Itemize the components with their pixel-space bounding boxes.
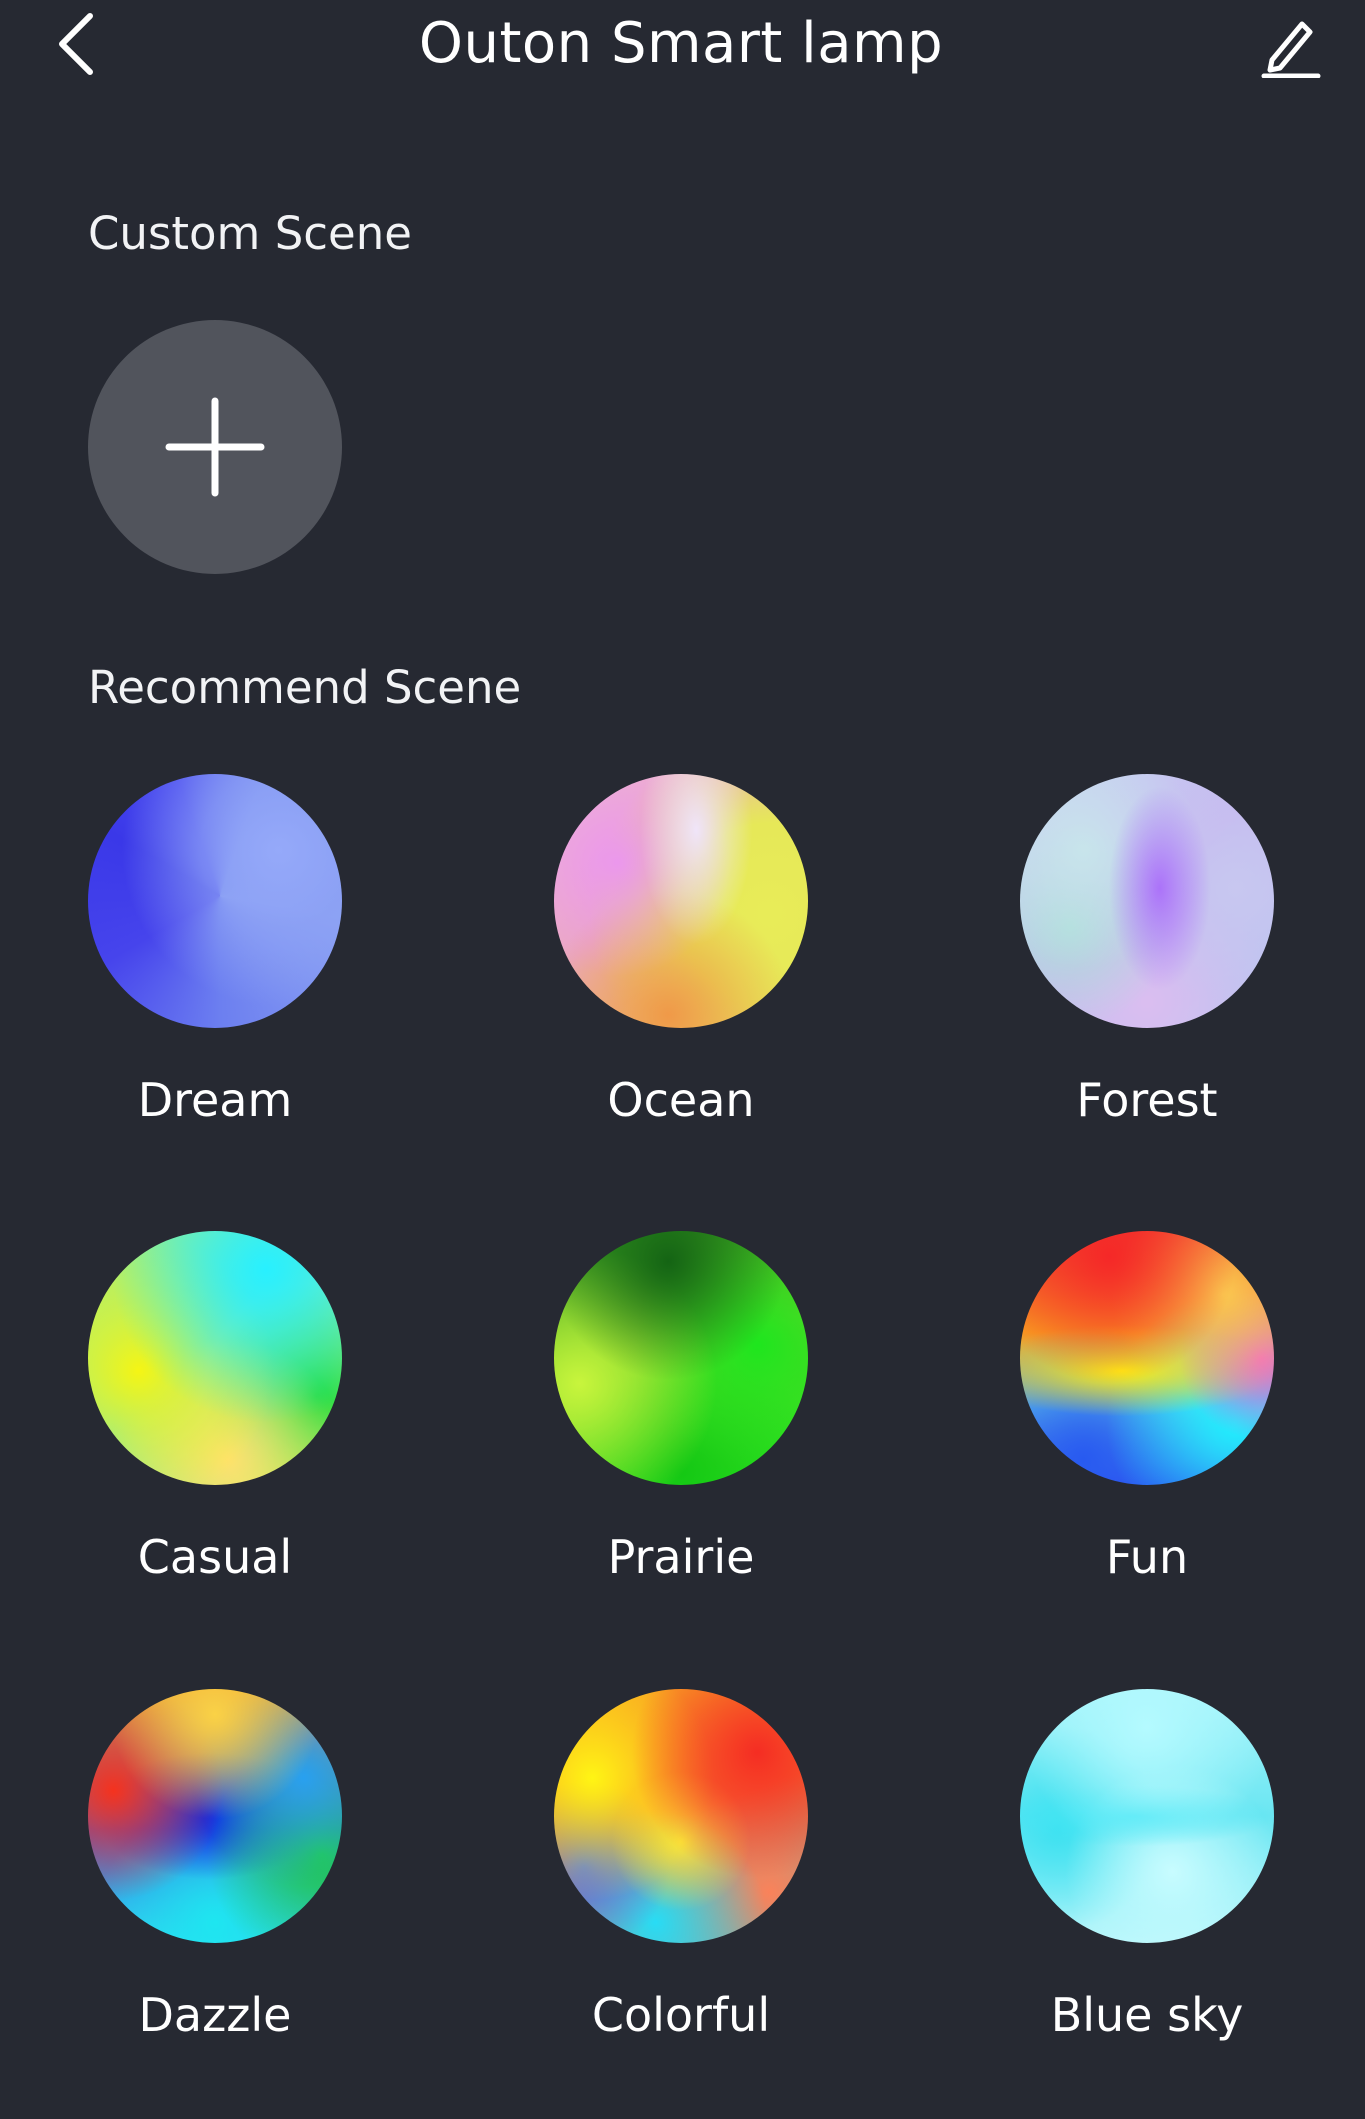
scene-label: Blue sky bbox=[1050, 1988, 1244, 2042]
scene-dazzle[interactable]: Dazzle bbox=[65, 1689, 365, 2119]
scene-label: Dream bbox=[137, 1073, 293, 1127]
scene-orb bbox=[88, 774, 342, 1028]
scene-orb bbox=[554, 1231, 808, 1485]
page-title: Outon Smart lamp bbox=[418, 11, 944, 76]
scene-prairie[interactable]: Prairie bbox=[531, 1231, 831, 1661]
scene-orb bbox=[1020, 774, 1274, 1028]
pencil-icon bbox=[1261, 21, 1321, 78]
add-custom-scene-button[interactable] bbox=[88, 320, 342, 574]
scene-casual[interactable]: Casual bbox=[65, 1231, 365, 1661]
edit-button[interactable] bbox=[1250, 8, 1330, 84]
scene-orb bbox=[554, 774, 808, 1028]
scene-orb bbox=[88, 1689, 342, 1943]
recommend-scene-heading: Recommend Scene bbox=[88, 661, 522, 714]
chevron-left-icon bbox=[59, 13, 93, 75]
scene-label: Ocean bbox=[607, 1073, 755, 1127]
scene-label: Forest bbox=[1076, 1073, 1218, 1127]
plus-icon bbox=[165, 397, 265, 497]
scene-label: Fun bbox=[1105, 1530, 1189, 1584]
scene-label: Prairie bbox=[607, 1530, 755, 1584]
scene-label: Dazzle bbox=[138, 1988, 292, 2042]
scene-fun[interactable]: Fun bbox=[997, 1231, 1297, 1661]
scene-orb bbox=[1020, 1231, 1274, 1485]
custom-scene-heading: Custom Scene bbox=[88, 207, 412, 260]
scene-blue-sky[interactable]: Blue sky bbox=[997, 1689, 1297, 2119]
scene-orb bbox=[1020, 1689, 1274, 1943]
scene-orb bbox=[554, 1689, 808, 1943]
scene-orb bbox=[88, 1231, 342, 1485]
back-button[interactable] bbox=[44, 4, 108, 84]
scene-label: Colorful bbox=[591, 1988, 771, 2042]
scene-ocean[interactable]: Ocean bbox=[531, 774, 831, 1204]
scene-colorful[interactable]: Colorful bbox=[531, 1689, 831, 2119]
top-nav-bar: Outon Smart lamp bbox=[0, 0, 1365, 100]
scene-label: Casual bbox=[137, 1530, 293, 1584]
scene-dream[interactable]: Dream bbox=[65, 774, 365, 1204]
scene-forest[interactable]: Forest bbox=[997, 774, 1297, 1204]
